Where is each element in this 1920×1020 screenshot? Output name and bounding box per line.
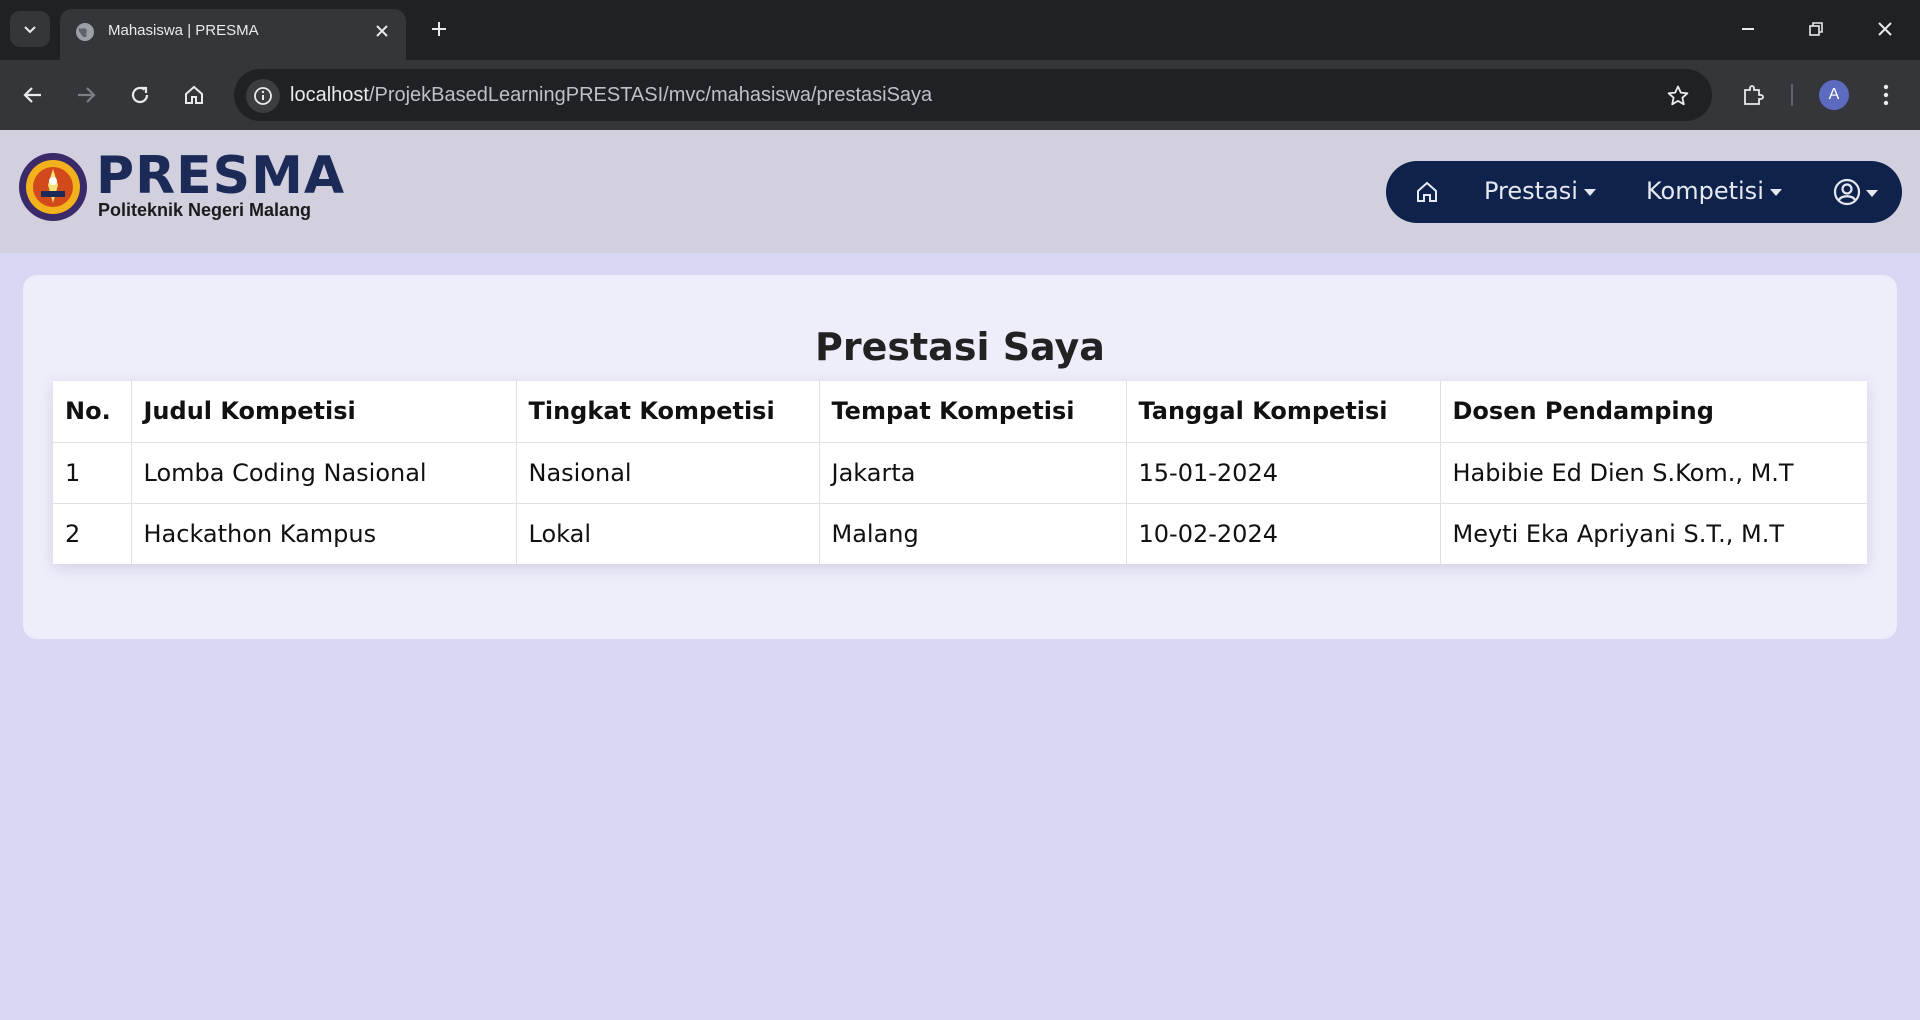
column-header-no: No. [53,381,132,443]
caret-down-icon [1583,188,1596,196]
site-header: PRESMA Politeknik Negeri Malang Prestasi… [0,130,1920,253]
cell-tanggal: 15-01-2024 [1126,442,1441,504]
new-tab-button[interactable] [424,14,454,44]
browser-toolbar: localhost/ProjekBasedLearningPRESTASI/mv… [0,60,1920,130]
column-header-tanggal: Tanggal Kompetisi [1126,381,1441,443]
column-header-tingkat: Tingkat Kompetisi [516,381,820,443]
main-navbar: Prestasi Kompetisi [1386,161,1902,223]
home-button[interactable] [176,77,212,113]
tab-close-button[interactable] [370,19,394,43]
cell-judul: Hackathon Kampus [131,503,517,564]
page-title: Prestasi Saya [815,325,1105,369]
forward-button[interactable] [68,77,104,113]
table-header-row: No. Judul Kompetisi Tingkat Kompetisi Te… [53,381,1867,443]
url-text: localhost/ProjekBasedLearningPRESTASI/mv… [290,84,932,107]
profile-avatar[interactable]: A [1819,80,1849,110]
star-icon [1667,85,1689,106]
url-path: /ProjekBasedLearningPRESTASI/mvc/mahasis… [368,84,933,106]
browser-tab-active[interactable]: Mahasiswa | PRESMA [60,9,406,60]
plus-icon [432,22,446,36]
nav-prestasi-label: Prestasi [1484,177,1578,205]
nav-kompetisi-label: Kompetisi [1646,177,1764,205]
cell-judul: Lomba Coding Nasional [131,442,517,504]
prestasi-table-container: No. Judul Kompetisi Tingkat Kompetisi Te… [53,381,1867,564]
cell-tempat: Malang [819,503,1127,564]
cell-tingkat: Nasional [516,442,820,504]
browser-tab-bar: Mahasiswa | PRESMA [0,0,1920,60]
nav-home-link[interactable] [1412,177,1442,207]
cell-no: 2 [53,503,132,564]
table-row: 1 Lomba Coding Nasional Nasional Jakarta… [53,442,1867,504]
close-window-button[interactable] [1870,14,1900,44]
table-row: 2 Hackathon Kampus Lokal Malang 10-02-20… [53,503,1867,564]
prestasi-table: No. Judul Kompetisi Tingkat Kompetisi Te… [53,381,1867,564]
arrow-right-icon [78,87,96,103]
nav-user-dropdown[interactable] [1832,177,1878,207]
cell-tempat: Jakarta [819,442,1127,504]
kebab-menu-icon [1883,84,1889,106]
content-card: Prestasi Saya No. Judul Kompetisi Tingka… [23,275,1897,639]
column-header-dosen: Dosen Pendamping [1440,381,1867,443]
caret-down-icon [1866,189,1878,197]
home-icon [1417,181,1437,202]
arrow-left-icon [23,87,41,103]
globe-icon [76,23,94,41]
cell-dosen: Habibie Ed Dien S.Kom., M.T [1440,442,1867,504]
reload-icon [131,86,149,104]
close-icon [376,25,388,37]
cell-tanggal: 10-02-2024 [1126,503,1441,564]
bookmark-button[interactable] [1664,82,1692,110]
polinema-logo-emblem[interactable] [17,151,89,223]
puzzle-icon [1744,85,1764,105]
extensions-button[interactable] [1735,77,1771,113]
cell-dosen: Meyti Eka Apriyani S.T., M.T [1452,519,1785,548]
tab-title: Mahasiswa | PRESMA [108,22,259,39]
restore-icon [1809,22,1823,36]
chevron-down-icon [24,26,36,34]
cell-tingkat: Lokal [516,503,820,564]
brand-name: PRESMA [96,146,346,206]
brand-subtitle: Politeknik Negeri Malang [98,200,312,220]
column-header-judul: Judul Kompetisi [131,381,517,443]
reload-button[interactable] [122,77,158,113]
column-header-tempat: Tempat Kompetisi [819,381,1127,443]
site-info-button[interactable] [246,79,280,113]
info-icon [254,87,272,105]
tab-search-button[interactable] [10,11,50,47]
nav-prestasi-dropdown[interactable]: Prestasi [1484,177,1596,205]
minimize-button[interactable] [1733,14,1763,44]
cell-no: 1 [53,442,132,504]
browser-menu-button[interactable] [1868,77,1904,113]
address-bar[interactable]: localhost/ProjekBasedLearningPRESTASI/mv… [234,69,1712,121]
nav-kompetisi-dropdown[interactable]: Kompetisi [1646,177,1782,205]
back-button[interactable] [15,77,51,113]
url-host: localhost [290,84,369,106]
caret-down-icon [1769,188,1782,196]
restore-button[interactable] [1801,14,1831,44]
minimize-icon [1742,28,1754,30]
user-circle-icon [1833,178,1861,206]
home-icon [185,85,203,104]
toolbar-divider [1791,84,1793,106]
close-icon [1878,22,1892,36]
